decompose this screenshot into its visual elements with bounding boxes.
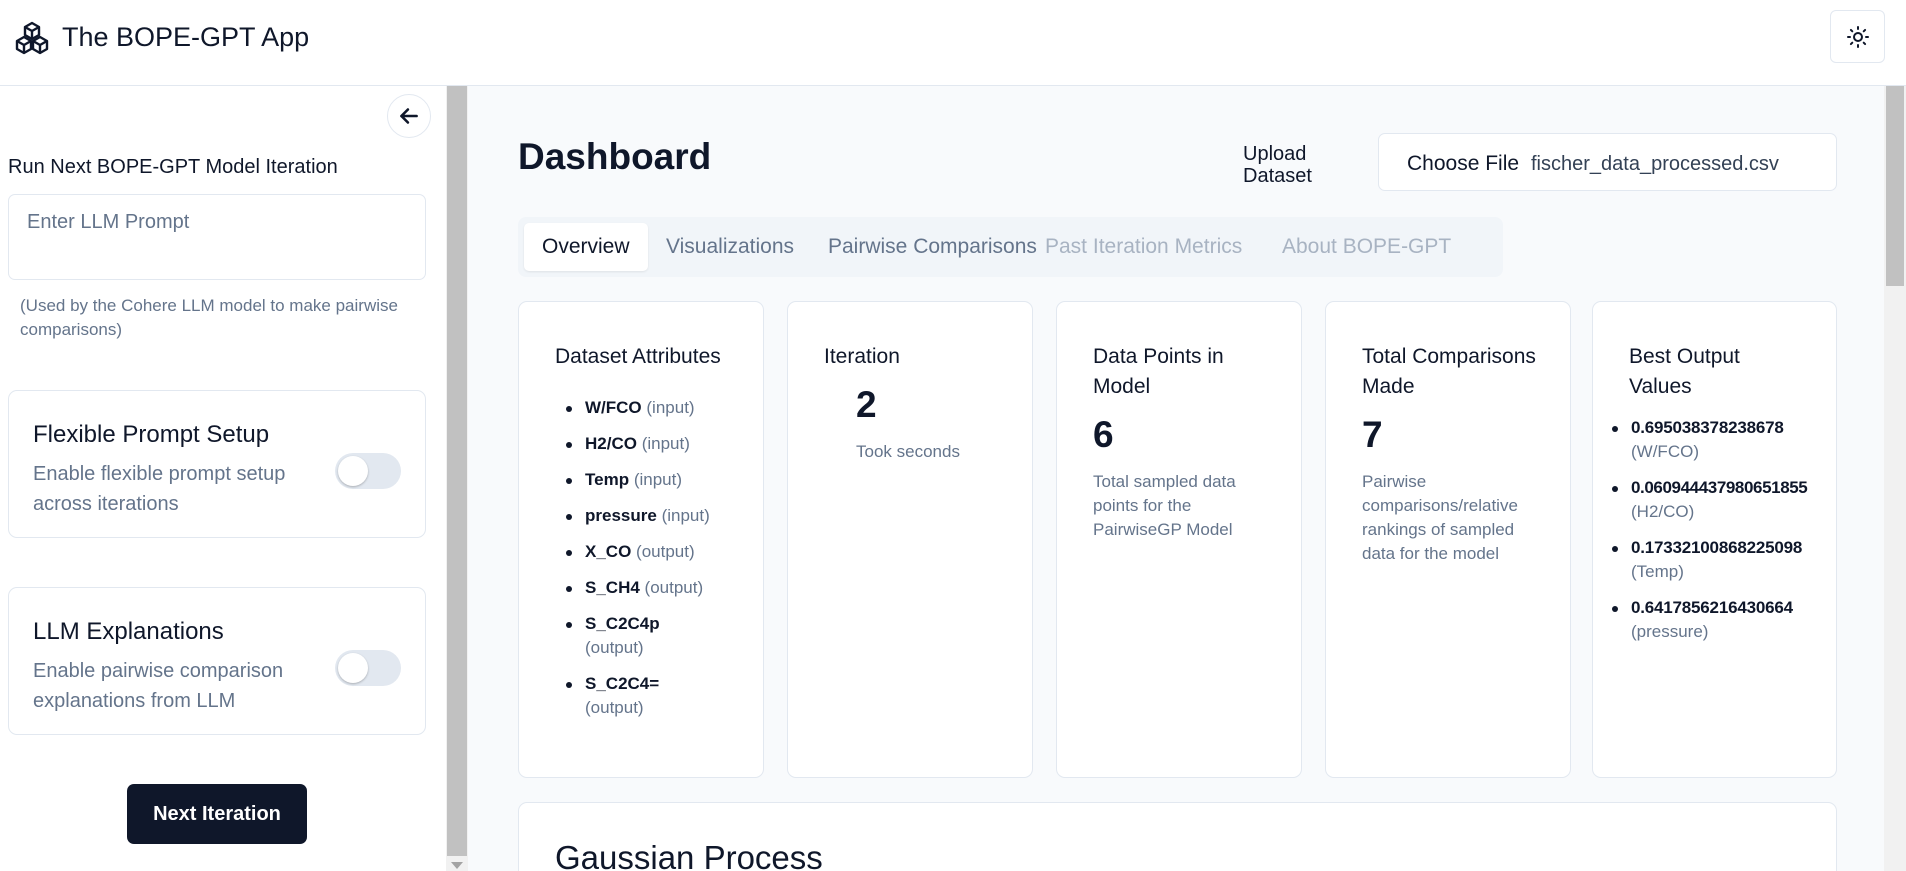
list-item: 0.060944437980651855 (H2/CO) (1601, 476, 1837, 524)
llm-prompt-input[interactable] (8, 194, 426, 280)
output-value: 0.695038378238678 (1631, 418, 1784, 437)
gaussian-process-card: Gaussian Process (518, 802, 1837, 871)
card-title: Dataset Attributes (555, 345, 721, 368)
list-item: X_CO (output) (555, 540, 745, 564)
attribute-name: W/FCO (585, 398, 642, 417)
arrow-left-icon (400, 108, 418, 124)
data-points-card: Data Points in Model 6 Total sampled dat… (1056, 301, 1302, 778)
collapse-sidebar-button[interactable] (387, 94, 431, 138)
choose-file-button[interactable]: Choose File (1407, 152, 1519, 176)
iteration-card: Iteration 2 Took seconds (787, 301, 1033, 778)
tab-visualizations[interactable]: Visualizations (648, 223, 812, 271)
toggle-title: LLM Explanations (33, 618, 224, 645)
prompt-help-text: (Used by the Cohere LLM model to make pa… (20, 296, 398, 339)
section-title: Gaussian Process (555, 839, 823, 871)
iteration-value: 2 (856, 384, 877, 425)
upload-dataset-label: Upload Dataset (1243, 143, 1312, 187)
list-item: 0.17332100868225098 (Temp) (1601, 536, 1837, 584)
toggle-description: Enable pairwise comparison explanations … (33, 660, 284, 712)
attribute-name: S_CH4 (585, 578, 640, 597)
selected-file-name: fischer_data_processed.csv (1531, 153, 1779, 175)
scrollbar-thumb[interactable] (1886, 86, 1904, 286)
sun-icon (1846, 25, 1869, 48)
list-item: S_C2C4p (output) (555, 612, 675, 660)
list-item: Temp (input) (555, 468, 745, 492)
list-item: pressure (input) (555, 504, 745, 528)
attribute-list: W/FCO (input) H2/CO (input) Temp (input)… (555, 396, 745, 732)
dataset-attributes-card: Dataset Attributes W/FCO (input) H2/CO (… (518, 301, 764, 778)
output-value: 0.060944437980651855 (1631, 478, 1808, 497)
app-title: The BOPE-GPT App (62, 22, 310, 52)
card-title: Best Output Values (1629, 345, 1740, 398)
flexible-prompt-switch[interactable] (335, 453, 401, 489)
best-output-card: Best Output Values 0.695038378238678 (W/F… (1592, 301, 1837, 778)
theme-toggle-button[interactable] (1830, 10, 1885, 63)
attribute-name: X_CO (585, 542, 632, 561)
attribute-name: S_C2C4p (585, 614, 660, 633)
attribute-type: (output) (636, 542, 695, 561)
list-item: H2/CO (input) (555, 432, 745, 456)
attribute-type: (output) (644, 578, 704, 597)
sidebar-resize-scrollbar[interactable] (446, 86, 468, 871)
tab-pairwise-comparisons[interactable]: Pairwise Comparisons (810, 223, 1055, 271)
list-item: 0.6417856216430664 (pressure) (1601, 596, 1837, 644)
output-label: (Temp) (1631, 562, 1684, 581)
attribute-type: (input) (661, 506, 710, 525)
list-item: S_C2C4= (output) (555, 672, 675, 720)
output-value: 0.17332100868225098 (1631, 538, 1803, 557)
cubes-logo-icon (15, 21, 49, 55)
attribute-type: (input) (646, 398, 695, 417)
next-iteration-button[interactable]: Next Iteration (127, 784, 307, 844)
scrollbar-thumb[interactable] (447, 86, 467, 856)
app-header: The BOPE-GPT App (0, 0, 1906, 86)
switch-knob (338, 456, 368, 486)
run-iteration-title: Run Next BOPE-GPT Model Iteration (8, 156, 338, 178)
sidebar: Run Next BOPE-GPT Model Iteration (Used … (0, 86, 446, 871)
iteration-sub: Took seconds (856, 442, 960, 461)
tab-past-iteration-metrics: Past Iteration Metrics (1045, 235, 1243, 258)
attribute-name: Temp (585, 470, 630, 489)
attribute-type: (output) (585, 638, 644, 657)
comparisons-card: Total Comparisons Made 7 Pairwise compar… (1325, 301, 1571, 778)
data-points-sub: Total sampled data points for the Pairwi… (1093, 472, 1236, 539)
output-label: (W/FCO) (1631, 442, 1699, 461)
page-title: Dashboard (518, 136, 712, 177)
main-content: Dashboard Upload Dataset Choose File fis… (468, 86, 1906, 871)
data-points-value: 6 (1093, 414, 1114, 455)
attribute-name: S_C2C4= (585, 674, 660, 693)
tab-about: About BOPE-GPT (1282, 235, 1452, 258)
card-title: Data Points in Model (1093, 345, 1224, 398)
list-item: 0.695038378238678 (W/FCO) (1601, 416, 1837, 464)
output-label: (pressure) (1631, 622, 1709, 641)
card-title: Iteration (824, 345, 900, 368)
comparisons-value: 7 (1362, 414, 1383, 455)
attribute-name: H2/CO (585, 434, 637, 453)
llm-explanations-card: LLM Explanations Enable pairwise compari… (8, 587, 426, 735)
comparisons-sub: Pairwise comparisons/relative rankings o… (1362, 472, 1518, 563)
attribute-type: (output) (585, 698, 644, 717)
output-value: 0.6417856216430664 (1631, 598, 1793, 617)
file-upload-input[interactable]: Choose File fischer_data_processed.csv (1378, 133, 1837, 191)
llm-explanations-switch[interactable] (335, 650, 401, 686)
page-scrollbar[interactable] (1884, 86, 1906, 871)
toggle-title: Flexible Prompt Setup (33, 421, 270, 448)
scroll-down-arrow-icon[interactable] (451, 862, 463, 869)
output-label: (H2/CO) (1631, 502, 1695, 521)
toggle-description: Enable flexible prompt setup across iter… (33, 463, 286, 515)
attribute-type: (input) (641, 434, 690, 453)
dashboard-tabs: Overview Visualizations Pairwise Compari… (518, 217, 1503, 277)
attribute-type: (input) (633, 470, 682, 489)
flexible-prompt-card: Flexible Prompt Setup Enable flexible pr… (8, 390, 426, 538)
best-output-list: 0.695038378238678 (W/FCO) 0.0609444379806… (1601, 416, 1837, 656)
attribute-name: pressure (585, 506, 657, 525)
list-item: W/FCO (input) (555, 396, 745, 420)
card-title: Total Comparisons Made (1362, 345, 1536, 398)
switch-knob (338, 653, 368, 683)
list-item: S_CH4 (output) (555, 576, 745, 600)
tab-overview[interactable]: Overview (524, 223, 648, 271)
